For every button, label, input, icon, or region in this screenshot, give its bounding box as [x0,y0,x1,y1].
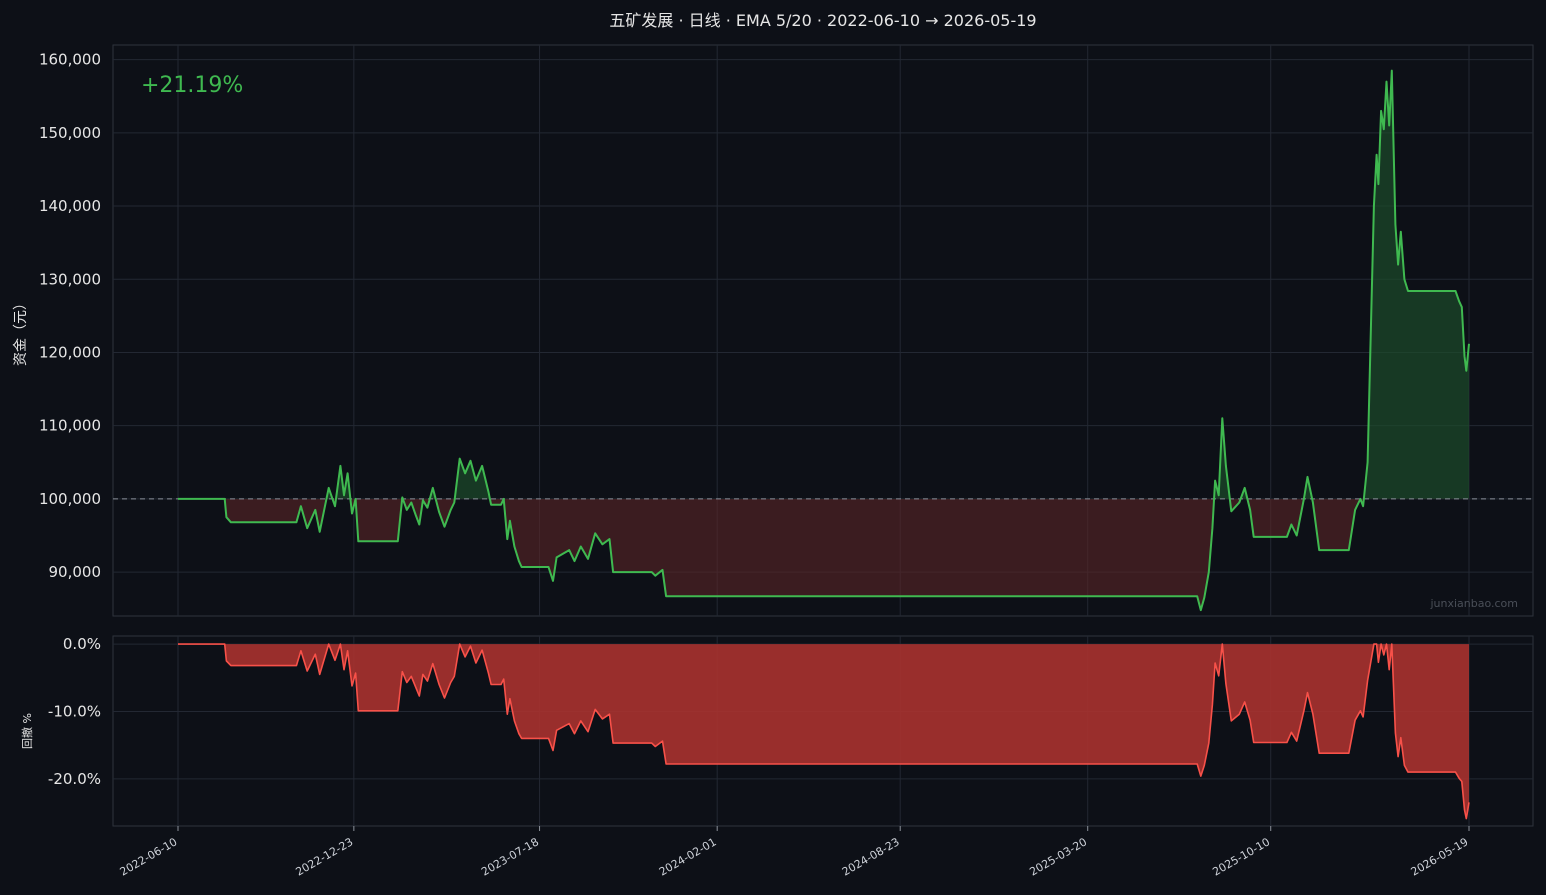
x-axis-ticks: 2022-06-10 2022-12-23 2023-07-18 2024-02-01… [118,826,1471,879]
watermark: junxianbao.com [1429,597,1518,610]
equity-y-tick-label: 90,000 [49,563,102,581]
x-tick-label: 2022-12-23 [293,835,355,878]
x-tick-label: 2025-10-10 [1210,835,1272,878]
drawdown-y-tick-label: 0.0% [63,635,101,653]
equity-y-tick-label: 100,000 [39,490,101,508]
return-label: +21.19% [141,73,243,98]
equity-y-tick-label: 150,000 [39,124,101,142]
equity-series [113,69,1533,612]
x-tick-label: 2025-03-20 [1027,835,1089,878]
equity-y-tick-label: 140,000 [39,197,101,215]
x-tick-label: 2024-08-23 [840,835,902,878]
x-tick-label: 2026-05-19 [1409,835,1471,878]
drawdown-y-tick-label: -10.0% [48,702,101,720]
equity-y-axis-label: 资金（元） [13,296,29,366]
x-tick-label: 2022-06-10 [118,835,180,878]
drawdown-y-tick-label: -20.0% [48,770,101,788]
backtest-chart: 五矿发展 · 日线 · EMA 5/20 · 2022-06-10 → 2026… [13,11,1534,879]
drawdown-y-ticks: 0.0% -10.0% -20.0% [48,635,101,788]
chart-title: 五矿发展 · 日线 · EMA 5/20 · 2022-06-10 → 2026… [609,11,1036,30]
equity-y-tick-label: 120,000 [39,343,101,361]
x-tick-label: 2024-02-01 [657,835,719,878]
x-tick-label: 2023-07-18 [479,835,541,878]
drawdown-area [178,644,1469,819]
equity-y-tick-label: 110,000 [39,417,101,435]
drawdown-series [178,643,1470,820]
equity-y-tick-label: 130,000 [39,270,101,288]
equity-y-tick-label: 160,000 [39,51,101,69]
equity-loss-area [178,498,1469,611]
equity-y-ticks: 90,000 100,000 110,000 120,000 130,000 140,00… [39,51,101,581]
drawdown-y-axis-label: 回撤 % [20,713,34,749]
